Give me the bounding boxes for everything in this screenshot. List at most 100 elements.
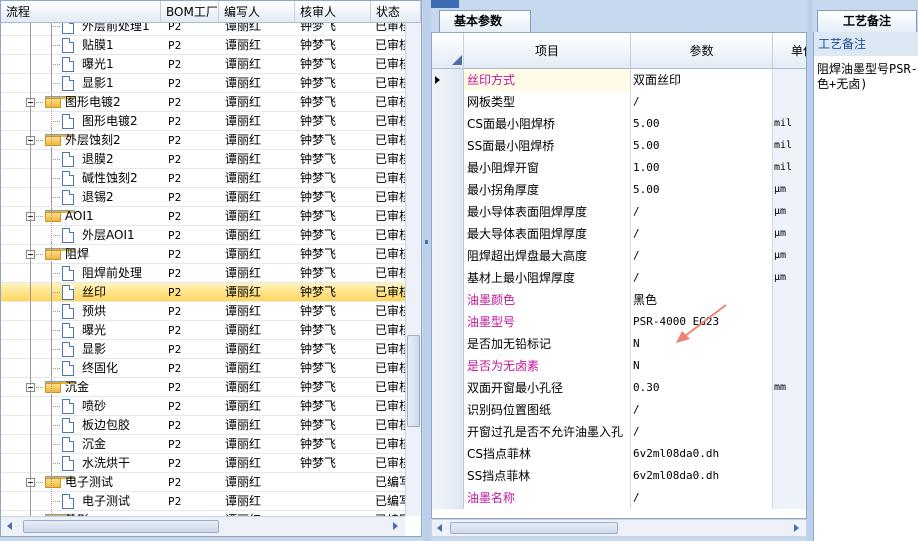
param-row[interactable]: 最大导体表面阻焊厚度 / μm <box>432 223 806 245</box>
tree-folder-row[interactable]: AOI1P2谭丽红钟梦飞已审核 <box>1 185 405 247</box>
tree-item-row[interactable]: 沉金P2谭丽红钟梦飞已审核 <box>1 413 405 475</box>
param-row[interactable]: SS挡点菲林 6v2ml08da0.dh <box>432 465 806 487</box>
tree-item-row[interactable]: 水洗烘干P2谭丽红钟梦飞已审核 <box>1 432 405 494</box>
tree-item-row[interactable]: 贴膜1P2谭丽红钟梦飞已审核 <box>1 23 405 76</box>
row-indicator[interactable] <box>432 113 464 135</box>
param-value[interactable]: / <box>631 223 773 245</box>
param-row[interactable]: 油墨名称 / <box>432 487 806 509</box>
row-indicator[interactable] <box>432 223 464 245</box>
param-value[interactable]: 黑色 <box>631 289 773 311</box>
left-splitter[interactable] <box>423 0 431 541</box>
tree-item-row[interactable]: 退锡2P2谭丽红钟梦飞已审核 <box>1 166 405 228</box>
tree-horizontal-scrollbar[interactable] <box>1 516 405 536</box>
tree-item-row[interactable]: 显影1P2谭丽红钟梦飞已审核 <box>1 52 405 114</box>
row-indicator[interactable] <box>432 267 464 289</box>
row-indicator[interactable] <box>432 355 464 377</box>
col-header-writer[interactable]: 编写人 <box>219 1 295 23</box>
row-indicator[interactable] <box>432 245 464 267</box>
tree-item-row[interactable]: 丝印P2谭丽红钟梦飞已审核 <box>1 261 405 323</box>
param-row[interactable]: 双面开窗最小孔径 0.30 mm <box>432 377 806 399</box>
param-row[interactable]: 最小阻焊开窗 1.00 mil <box>432 157 806 179</box>
param-row[interactable]: 最小拐角厚度 5.00 μm <box>432 179 806 201</box>
select-all-corner-icon[interactable] <box>452 55 462 65</box>
row-indicator[interactable] <box>432 421 464 443</box>
row-indicator[interactable] <box>432 443 464 465</box>
param-value[interactable]: 0.30 <box>631 377 773 399</box>
col-header-process[interactable]: 流程 <box>1 1 161 23</box>
param-value[interactable]: / <box>631 245 773 267</box>
tree-item-row[interactable]: 曝光1P2谭丽红钟梦飞已审核 <box>1 33 405 95</box>
param-row[interactable]: 网板类型 / <box>432 91 806 113</box>
param-value[interactable]: 6v2ml08da0.dh <box>631 465 773 487</box>
tree-item-row[interactable]: 曝光P2谭丽红钟梦飞已审核 <box>1 299 405 361</box>
scroll-left-arrow-icon[interactable] <box>7 522 12 530</box>
col-header-bom[interactable]: BOM工厂 <box>161 1 219 23</box>
param-value[interactable]: N <box>631 355 773 377</box>
tree-item-row[interactable]: 预烘P2谭丽红钟梦飞已审核 <box>1 280 405 342</box>
row-indicator[interactable] <box>432 377 464 399</box>
col-header-reviewer[interactable]: 核审人 <box>295 1 371 23</box>
param-row[interactable]: 丝印方式 双面丝印 <box>432 69 806 91</box>
tree-item-row[interactable]: 外层AOI1P2谭丽红钟梦飞已审核 <box>1 204 405 266</box>
param-value[interactable]: 5.00 <box>631 179 773 201</box>
tree-item-row[interactable]: 板边包胶P2谭丽红钟梦飞已审核 <box>1 394 405 456</box>
notes-text[interactable]: 阻焊油墨型号PSR-4 色+无卤) <box>817 62 918 92</box>
row-indicator[interactable] <box>432 179 464 201</box>
scroll-right-arrow-icon[interactable] <box>393 522 398 530</box>
param-row[interactable]: 阻焊超出焊盘最大高度 / μm <box>432 245 806 267</box>
tree-item-row[interactable]: 终固化P2谭丽红钟梦飞已审核 <box>1 337 405 399</box>
tree-item-row[interactable]: 外层前处理1P2谭丽红钟梦飞已审核 <box>1 23 405 57</box>
row-indicator[interactable] <box>432 201 464 223</box>
param-row[interactable]: 是否为无卤素 N <box>432 355 806 377</box>
tab-process-notes[interactable]: 工艺备注 <box>817 10 917 32</box>
tree-vscroll-thumb[interactable] <box>407 335 420 427</box>
tree-item-row[interactable]: 阻焊前处理P2谭丽红钟梦飞已审核 <box>1 242 405 304</box>
param-value[interactable]: N <box>631 333 773 355</box>
param-value[interactable]: 双面丝印 <box>631 69 773 91</box>
tree-item-row[interactable]: 图形电镀2P2谭丽红钟梦飞已审核 <box>1 90 405 152</box>
row-indicator[interactable] <box>432 465 464 487</box>
col-header-item[interactable]: 项目 <box>464 33 631 69</box>
param-row[interactable]: 油墨型号 PSR-4000 EG23 <box>432 311 806 333</box>
row-indicator[interactable] <box>432 289 464 311</box>
param-value[interactable]: / <box>631 267 773 289</box>
tree-folder-row[interactable]: 电子测试P2谭丽红已编写 <box>1 451 405 513</box>
row-indicator[interactable] <box>432 487 464 509</box>
col-header-unit[interactable]: 单位 <box>773 33 806 69</box>
param-value[interactable]: PSR-4000 EG23 <box>631 311 773 333</box>
param-row[interactable]: 是否加无铅标记 N <box>432 333 806 355</box>
row-indicator[interactable] <box>432 69 464 91</box>
tree-item-row[interactable]: 显影P2谭丽红钟梦飞已审核 <box>1 318 405 380</box>
param-value[interactable]: 5.00 <box>631 135 773 157</box>
row-indicator[interactable] <box>432 399 464 421</box>
tree-item-row[interactable]: 退膜2P2谭丽红钟梦飞已审核 <box>1 128 405 190</box>
param-value[interactable]: / <box>631 201 773 223</box>
tree-folder-row[interactable]: 图形电镀2P2谭丽红钟梦飞已审核 <box>1 71 405 133</box>
tree-folder-row[interactable]: 阻焊P2谭丽红钟梦飞已审核 <box>1 223 405 285</box>
tree-hscroll-thumb[interactable] <box>23 520 219 533</box>
param-row[interactable]: CS挡点菲林 6v2ml08da0.dh <box>432 443 806 465</box>
param-row[interactable]: 开窗过孔是否不允许油墨入孔 / <box>432 421 806 443</box>
param-row[interactable]: 油墨颜色 黑色 <box>432 289 806 311</box>
row-indicator[interactable] <box>432 157 464 179</box>
row-indicator[interactable] <box>432 135 464 157</box>
params-horizontal-scrollbar[interactable] <box>431 519 807 537</box>
param-row[interactable]: 最小导体表面阻焊厚度 / μm <box>432 201 806 223</box>
param-value[interactable]: 5.00 <box>631 113 773 135</box>
param-value[interactable]: / <box>631 421 773 443</box>
tab-basic-params[interactable]: 基本参数 <box>439 10 531 32</box>
row-indicator[interactable] <box>432 333 464 355</box>
tree-item-row[interactable]: 碱性蚀刻2P2谭丽红钟梦飞已审核 <box>1 147 405 209</box>
tree-item-row[interactable]: 电子测试P2谭丽红已编写 <box>1 470 405 516</box>
row-indicator[interactable] <box>432 91 464 113</box>
param-value[interactable]: 1.00 <box>631 157 773 179</box>
params-scroll-right-icon[interactable] <box>794 524 799 532</box>
param-value[interactable]: / <box>631 487 773 509</box>
col-header-param[interactable]: 参数 <box>631 33 773 69</box>
row-indicator[interactable] <box>432 311 464 333</box>
params-scroll-left-icon[interactable] <box>437 524 442 532</box>
param-row[interactable]: 基材上最小阻焊厚度 / μm <box>432 267 806 289</box>
param-value[interactable]: / <box>631 91 773 113</box>
tree-folder-row[interactable]: 沉金P2谭丽红钟梦飞已审核 <box>1 356 405 418</box>
tree-folder-row[interactable]: 外层蚀刻2P2谭丽红钟梦飞已审核 <box>1 109 405 171</box>
